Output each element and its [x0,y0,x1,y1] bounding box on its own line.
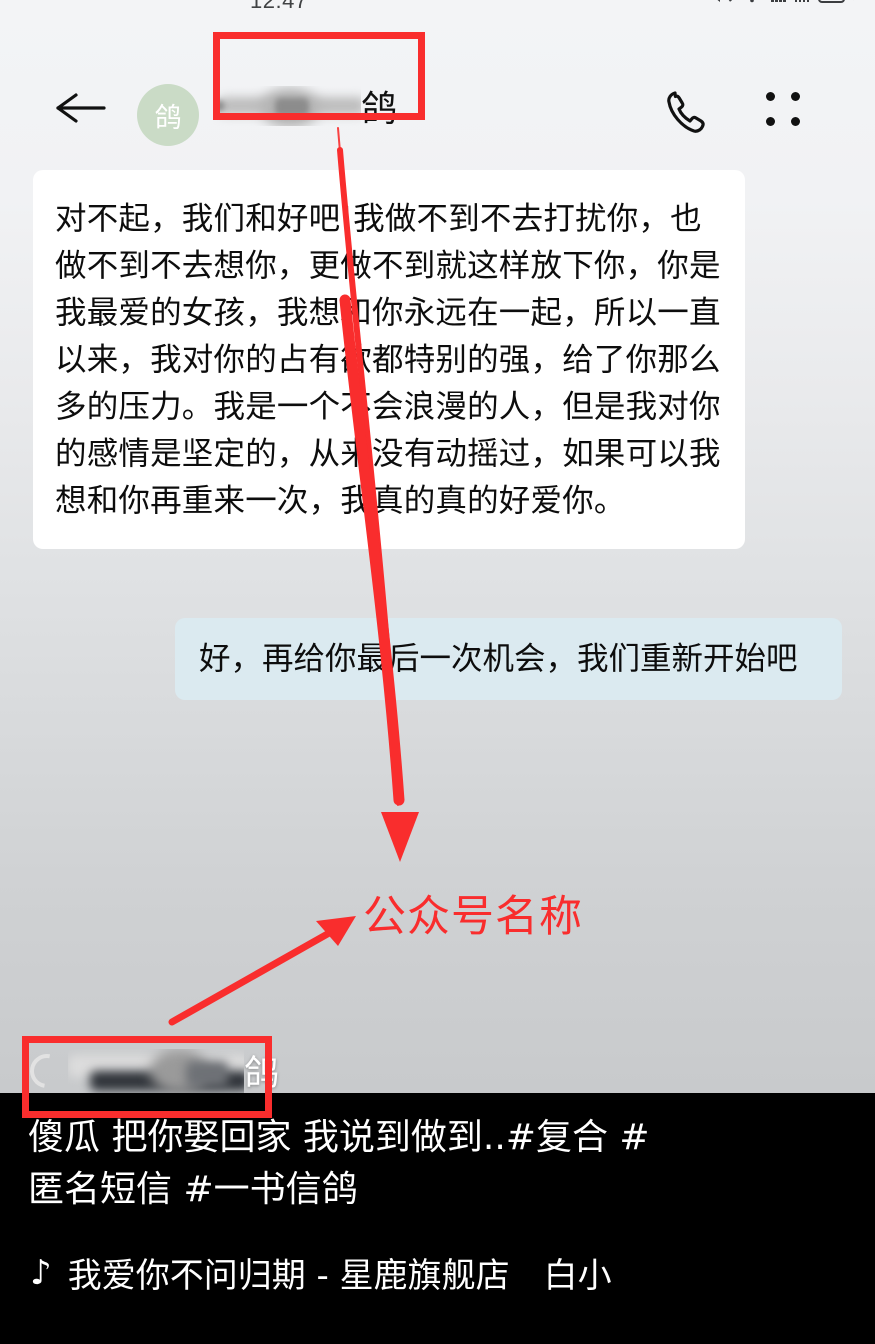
phone-icon[interactable] [662,88,718,138]
music-note-icon: ♪ [30,1252,52,1293]
post-username-visible-text: 鸽 [244,1054,280,1093]
caption-line: 傻瓜 把你娶回家 我说到做到..#复合 # [28,1117,650,1158]
chat-title-visible-text: 鸽 [361,88,398,129]
annotation-label: 公众号名称 [363,892,583,942]
chat-title-wrapper[interactable]: 鸽 [213,58,425,145]
music-title: 我爱你不问归期 - 星鹿旗舰店 白小 [67,1256,612,1296]
page-title: 鸽 [213,80,425,132]
blurred-username [68,1048,244,1093]
back-arrow-icon[interactable] [52,88,108,128]
blurred-account-name [213,86,361,126]
avatar-letter: 鸽 [154,102,182,133]
message-text: 对不起，我们和好吧!我做不到不去打扰你，也做不到不去想你，更做不到就这样放下你，… [55,201,721,519]
status-bar-clock: 12:47 [250,0,308,13]
message-bubble-incoming[interactable]: 对不起，我们和好吧!我做不到不去打扰你，也做不到不去想你，更做不到就这样放下你，… [33,170,745,549]
message-text: 好，再给你最后一次机会，我们重新开始吧 [199,641,798,677]
screenshot-root: 12:47 70 ⚡ 鸽 [0,0,875,1344]
music-row[interactable]: ♪ 我爱你不问归期 - 星鹿旗舰店 白小 [30,1248,612,1297]
post-username-row[interactable]: 鸽 [23,1045,279,1096]
post-caption[interactable]: 傻瓜 把你娶回家 我说到做到..#复合 # 匿名短信 #一书信鸽 [28,1112,678,1216]
avatar[interactable]: 鸽 [137,84,199,146]
action-rail: + 7154 733 2389 [730,0,875,1344]
caption-line: 匿名短信 #一书信鸽 [28,1169,358,1210]
post-username: 鸽 [68,1045,279,1096]
partial-circle-icon [23,1046,71,1095]
